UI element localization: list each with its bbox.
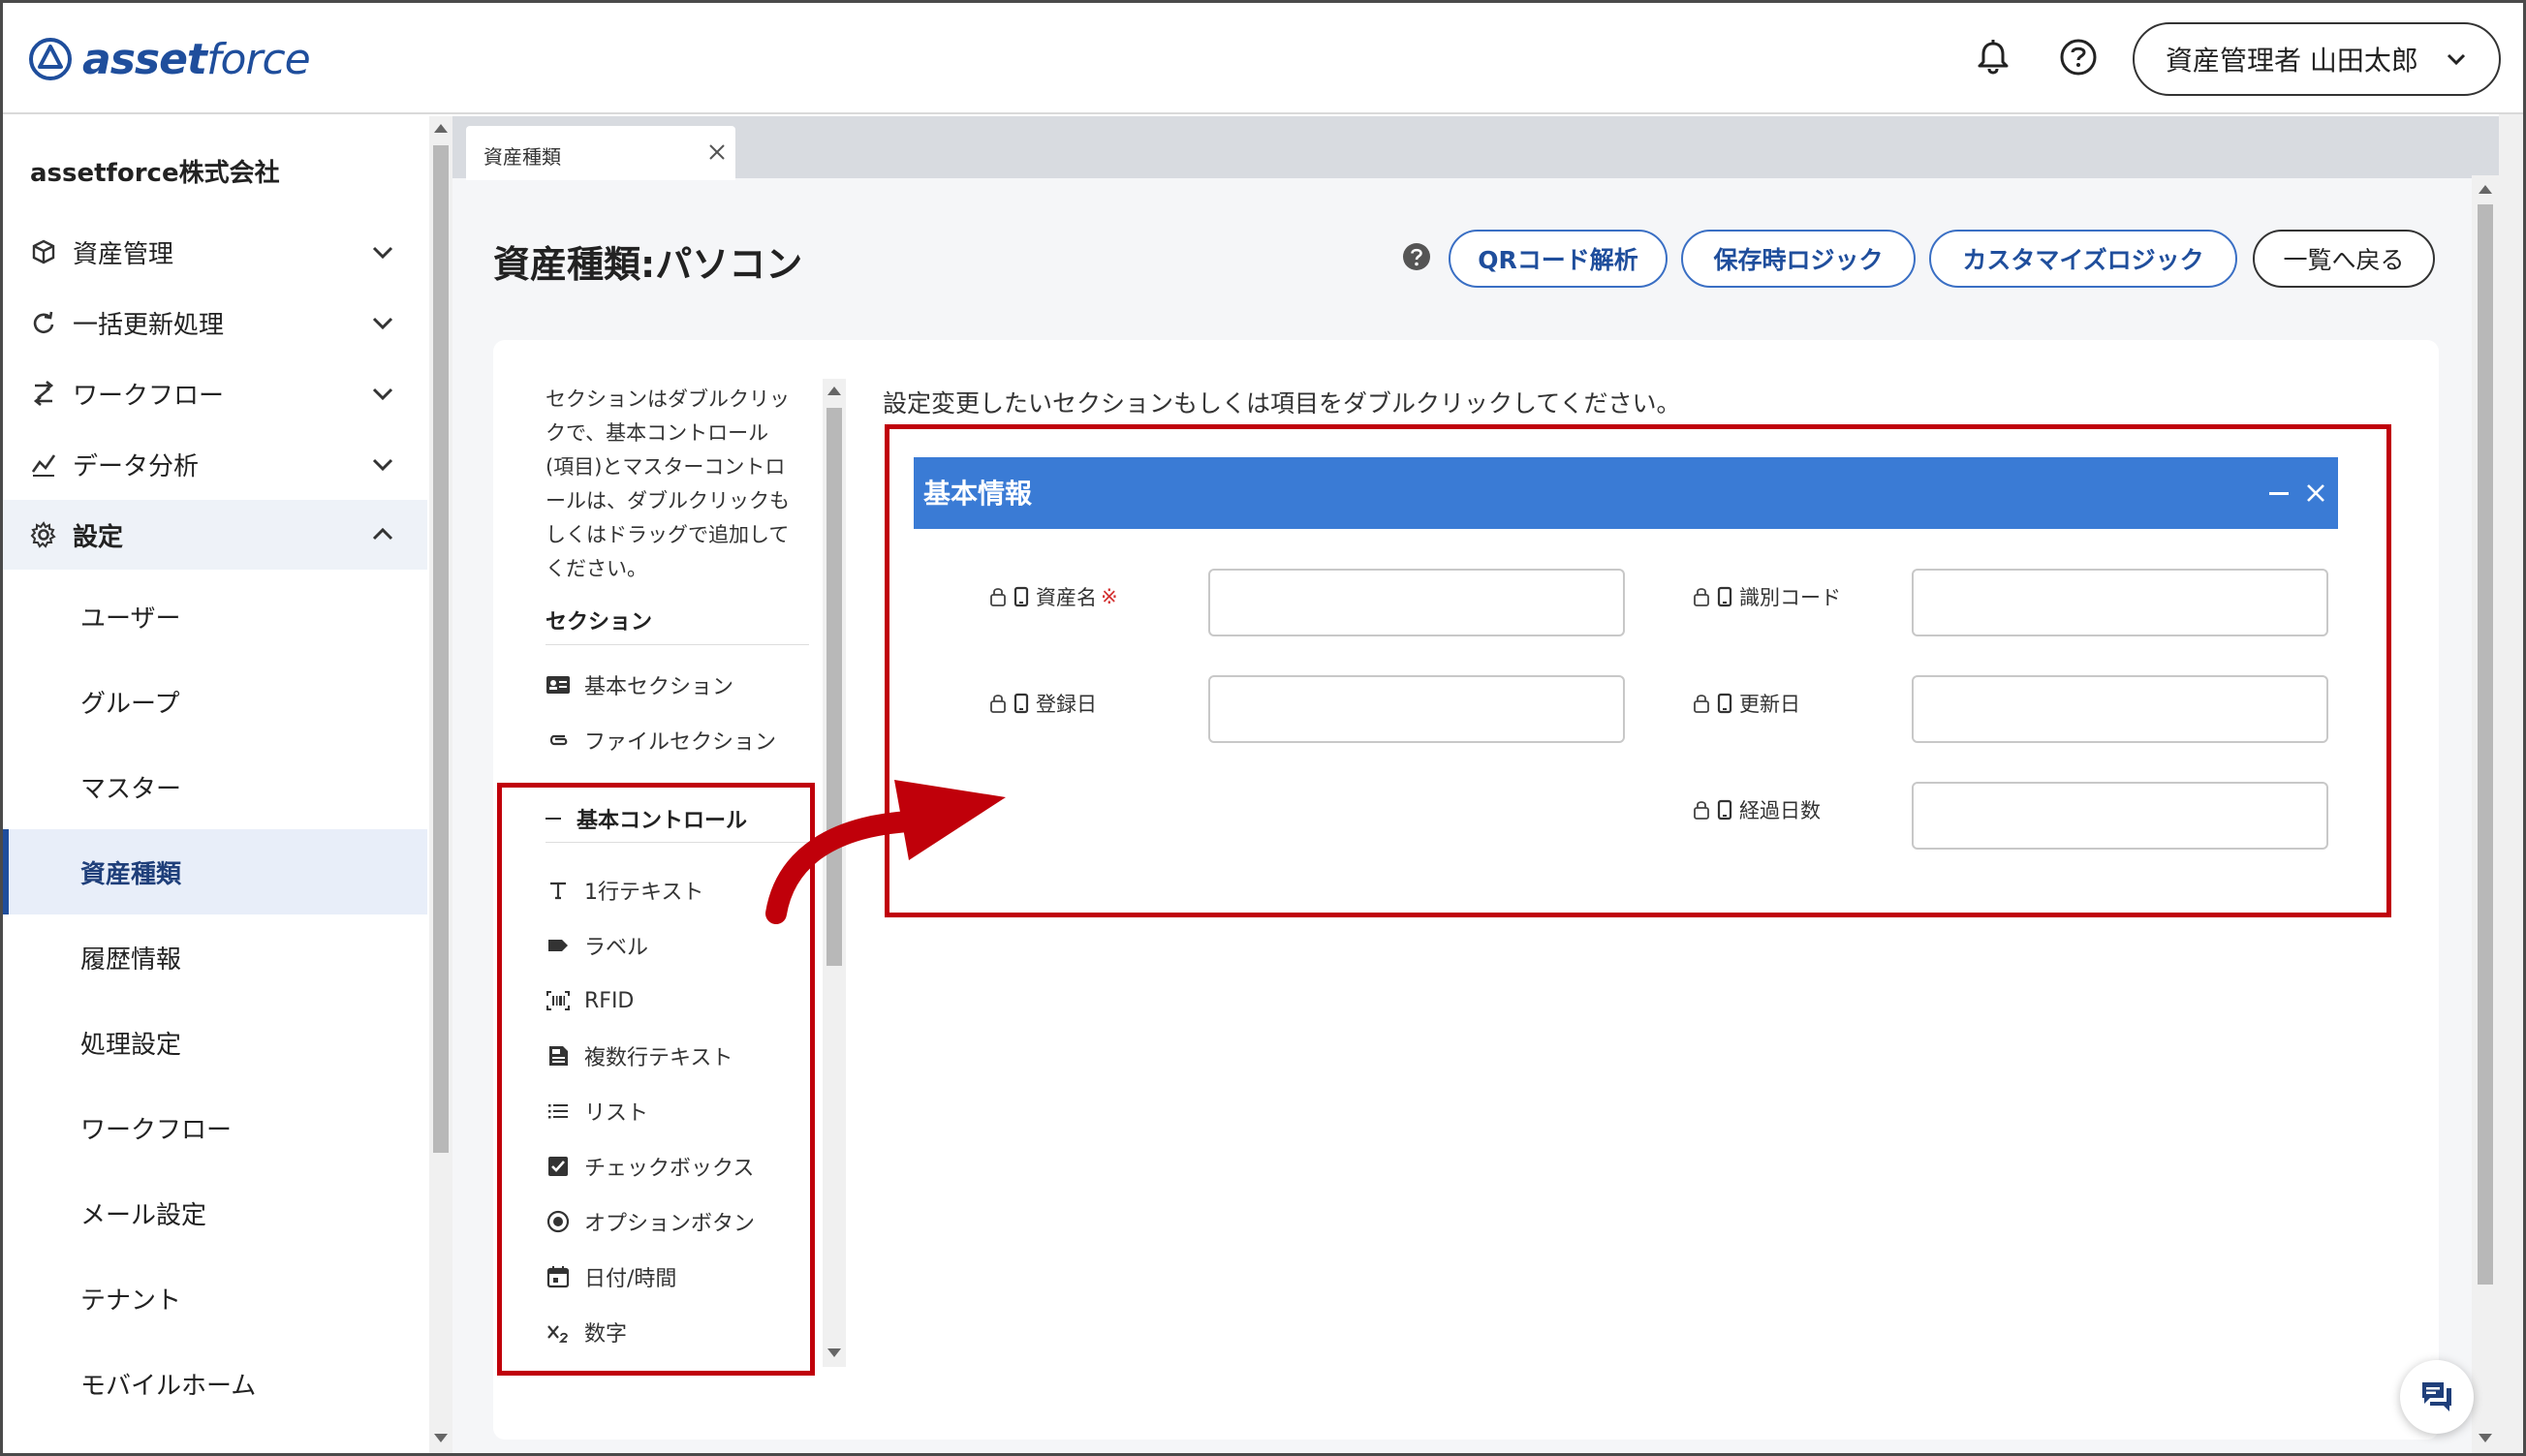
company-name: assetforce株式会社 — [30, 159, 280, 188]
sidebar-subitem-mail-settings[interactable]: メール設定 — [3, 1170, 427, 1255]
sidebar-scroll-thumb[interactable] — [433, 145, 449, 1153]
mobile-icon — [1717, 586, 1732, 607]
field-label-identification-code: 識別コード — [1693, 582, 1841, 611]
customize-logic-button[interactable]: カスタマイズロジック — [1929, 230, 2237, 288]
mobile-icon — [1014, 586, 1029, 607]
chevron-down-icon — [2447, 53, 2466, 66]
question-circle-icon[interactable] — [2057, 36, 2100, 78]
close-icon[interactable] — [2303, 480, 2328, 506]
minimize-icon[interactable] — [2269, 492, 2289, 495]
elapsed-days-input[interactable] — [1912, 782, 2328, 850]
sidebar-subitem-users[interactable]: ユーザー — [3, 573, 427, 659]
palette-basic-section[interactable]: 基本セクション — [546, 666, 733, 704]
sidebar-item-data-analysis[interactable]: データ分析 — [3, 429, 427, 499]
assetforce-logo[interactable]: assetforce — [28, 32, 311, 86]
chevron-down-icon — [372, 387, 393, 401]
window-scrollbar-track — [2499, 114, 2523, 1453]
save-logic-button[interactable]: 保存時ロジック — [1681, 230, 1916, 288]
mobile-icon — [1014, 693, 1029, 714]
chat-icon — [2422, 1382, 2451, 1411]
mobile-icon — [1717, 693, 1732, 714]
sidebar-subitem-asset-types[interactable]: 資産種類 — [3, 829, 427, 914]
logo-mark-icon — [29, 38, 72, 80]
palette-hint: セクションはダブルクリッ クで、基本コントロール (項目)とマスターコントロ ー… — [546, 387, 790, 580]
lock-icon — [1694, 801, 1709, 820]
close-icon[interactable] — [706, 141, 728, 163]
curved-arrow-annotation — [765, 780, 1006, 924]
main-scrollbar[interactable] — [2472, 175, 2499, 1453]
lock-icon — [1694, 588, 1709, 606]
canvas-instruction: 設定変更したいセクションもしくは項目をダブルクリックしてください。 — [883, 389, 1681, 418]
palette-section-heading: セクション — [546, 610, 653, 635]
lock-icon — [990, 588, 1006, 606]
registration-date-input[interactable] — [1208, 675, 1625, 743]
sidebar-item-bulk-update[interactable]: 一括更新処理 — [3, 288, 427, 357]
cube-icon — [32, 239, 55, 264]
chevron-down-icon — [372, 458, 393, 472]
scroll-up-arrow-icon[interactable] — [434, 124, 448, 133]
mobile-icon — [1717, 799, 1732, 821]
identification-code-input[interactable] — [1912, 569, 2328, 636]
scroll-up-arrow-icon[interactable] — [827, 387, 841, 395]
sidebar-subitem-master[interactable]: マスター — [3, 744, 427, 829]
help-circle-icon[interactable] — [1402, 242, 1431, 271]
logo-text: assetforce — [82, 34, 311, 84]
app-window: assetforce 資産管理者 山田太郎 assetforce株式会社 資産管… — [0, 0, 2526, 1456]
scroll-down-arrow-icon[interactable] — [2479, 1434, 2492, 1442]
chat-button[interactable] — [2400, 1360, 2474, 1434]
tab-asset-types[interactable]: 資産種類 — [466, 126, 735, 180]
palette-file-section[interactable]: ファイルセクション — [546, 721, 776, 759]
updated-date-input[interactable] — [1912, 675, 2328, 743]
main-scroll-thumb[interactable] — [2478, 204, 2493, 1285]
sidebar-item-asset-management[interactable]: 資産管理 — [3, 217, 427, 287]
user-name: 資産管理者 山田太郎 — [2166, 45, 2418, 77]
back-to-list-button[interactable]: 一覧へ戻る — [2253, 230, 2435, 288]
chevron-down-icon — [372, 317, 393, 330]
sidebar-item-workflow[interactable]: ワークフロー — [3, 358, 427, 428]
qr-code-analysis-button[interactable]: QRコード解析 — [1449, 230, 1668, 288]
top-header: assetforce 資産管理者 山田太郎 — [3, 3, 2523, 114]
tab-bar: 資産種類 — [452, 116, 2499, 180]
sidebar-subitem-processing-settings[interactable]: 処理設定 — [3, 1000, 427, 1085]
bell-icon[interactable] — [1972, 36, 2014, 78]
user-menu-button[interactable]: 資産管理者 山田太郎 — [2133, 22, 2501, 96]
paperclip-icon — [549, 734, 568, 746]
workflow-icon — [33, 380, 54, 407]
field-label-registration-date: 登録日 — [989, 689, 1097, 718]
chevron-up-icon — [372, 527, 393, 541]
sidebar-scrollbar[interactable] — [429, 116, 452, 1453]
sidebar-item-settings[interactable]: 設定 — [3, 500, 427, 570]
sidebar-subitem-history[interactable]: 履歴情報 — [3, 914, 427, 1000]
section-header-basic-info[interactable]: 基本情報 — [914, 457, 2338, 529]
lock-icon — [990, 695, 1006, 713]
sidebar: assetforce株式会社 資産管理 一括更新処理 ワークフロー データ分析 … — [3, 116, 427, 1453]
asset-name-input[interactable] — [1208, 569, 1625, 636]
lock-icon — [1694, 695, 1709, 713]
field-label-updated-date: 更新日 — [1693, 689, 1800, 718]
field-label-asset-name: 資産名 ※ — [989, 582, 1118, 611]
id-card-icon — [546, 676, 570, 694]
scroll-down-arrow-icon[interactable] — [827, 1348, 841, 1357]
section-title: 基本情報 — [923, 478, 1033, 510]
refresh-icon — [33, 311, 54, 334]
sidebar-subitem-workflow[interactable]: ワークフロー — [3, 1085, 427, 1170]
sidebar-subitem-tenant[interactable]: テナント — [3, 1255, 427, 1341]
sidebar-subitem-groups[interactable]: グループ — [3, 659, 427, 744]
scroll-up-arrow-icon[interactable] — [2479, 185, 2492, 194]
chart-icon — [31, 454, 56, 477]
gear-icon — [30, 521, 56, 548]
sidebar-subitem-mobile-home[interactable]: モバイルホーム — [3, 1341, 427, 1426]
scroll-down-arrow-icon[interactable] — [434, 1434, 448, 1442]
divider — [546, 644, 809, 645]
chevron-down-icon — [372, 246, 393, 260]
page-title: 資産種類:パソコン — [493, 243, 803, 286]
field-label-elapsed-days: 経過日数 — [1693, 795, 1821, 824]
